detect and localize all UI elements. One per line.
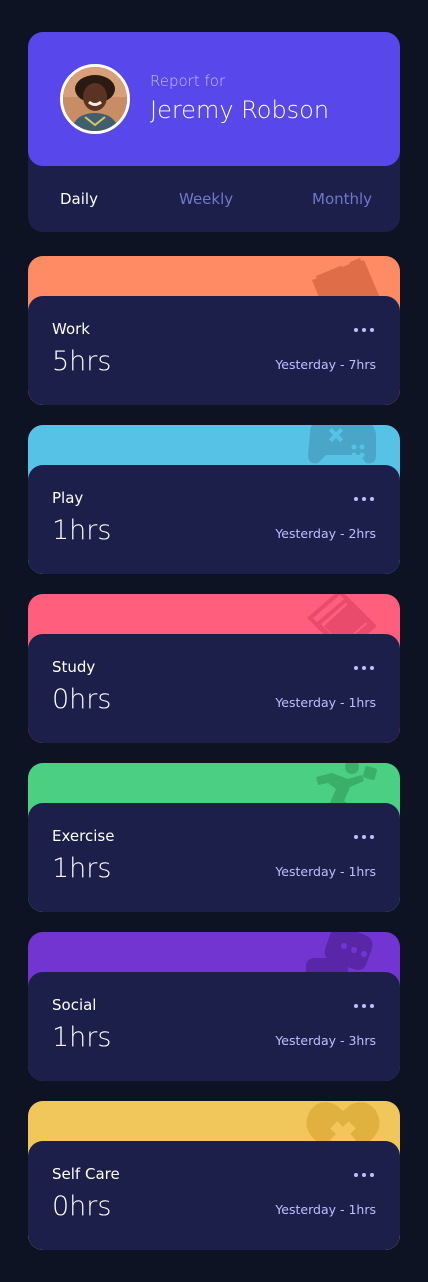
activity-title: Social [52,996,97,1014]
activity-previous: Yesterday - 1hrs [275,695,376,710]
activity-card-body[interactable]: Play 1hrs Yesterday - 2hrs [28,465,400,574]
activity-card-body[interactable]: Social 1hrs Yesterday - 3hrs [28,972,400,1081]
activity-title: Exercise [52,827,115,845]
activity-hours: 1hrs [52,515,112,546]
activity-card-social: Social 1hrs Yesterday - 3hrs [28,932,400,1081]
avatar [60,64,130,134]
activity-previous: Yesterday - 7hrs [275,357,376,372]
report-for-label: Report for [150,72,226,90]
activity-card-play: Play 1hrs Yesterday - 2hrs [28,425,400,574]
activity-title: Work [52,320,90,338]
more-options-icon[interactable] [354,998,378,1014]
user-name: Jeremy Robson [150,96,330,124]
activity-card-exercise: Exercise 1hrs Yesterday - 1hrs [28,763,400,912]
activity-hours: 5hrs [52,346,112,377]
period-daily-tab[interactable]: Daily [60,190,98,208]
activity-hours: 0hrs [52,1191,112,1222]
activity-card-work: Work 5hrs Yesterday - 7hrs [28,256,400,405]
activity-previous: Yesterday - 1hrs [275,864,376,879]
profile-card: Report for Jeremy Robson Daily Weekly Mo… [28,32,400,232]
more-options-icon[interactable] [354,322,378,338]
activity-title: Self Care [52,1165,120,1183]
activity-card-body[interactable]: Work 5hrs Yesterday - 7hrs [28,296,400,405]
period-weekly-tab[interactable]: Weekly [179,190,233,208]
activity-title: Play [52,489,84,507]
activity-card-body[interactable]: Study 0hrs Yesterday - 1hrs [28,634,400,743]
activity-hours: 1hrs [52,1022,112,1053]
activity-previous: Yesterday - 3hrs [275,1033,376,1048]
more-options-icon[interactable] [354,660,378,676]
activity-hours: 1hrs [52,853,112,884]
period-monthly-tab[interactable]: Monthly [312,190,372,208]
dashboard-page: Report for Jeremy Robson Daily Weekly Mo… [0,0,428,1282]
activity-hours: 0hrs [52,684,112,715]
activity-previous: Yesterday - 1hrs [275,1202,376,1217]
activity-card-body[interactable]: Exercise 1hrs Yesterday - 1hrs [28,803,400,912]
activity-card-self-care: Self Care 0hrs Yesterday - 1hrs [28,1101,400,1250]
activity-card-body[interactable]: Self Care 0hrs Yesterday - 1hrs [28,1141,400,1250]
activity-card-study: Study 0hrs Yesterday - 1hrs [28,594,400,743]
activity-title: Study [52,658,96,676]
profile-header: Report for Jeremy Robson [28,32,400,166]
avatar-image [63,67,127,131]
activity-previous: Yesterday - 2hrs [275,526,376,541]
more-options-icon[interactable] [354,491,378,507]
more-options-icon[interactable] [354,1167,378,1183]
more-options-icon[interactable] [354,829,378,845]
